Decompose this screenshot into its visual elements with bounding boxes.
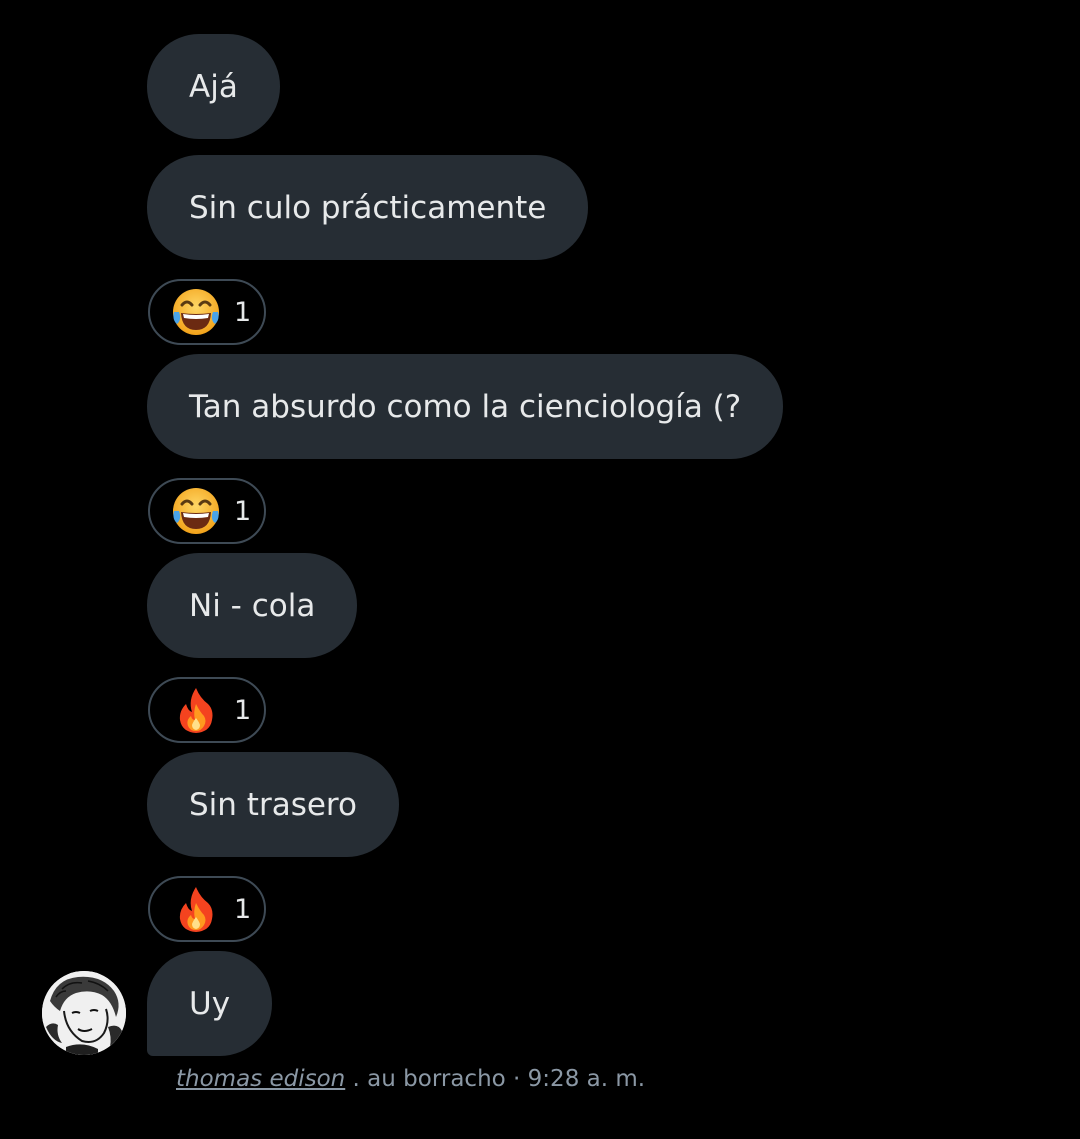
message-meta: thomas edison . au borracho · 9:28 a. m. bbox=[176, 1066, 645, 1092]
message-bubble[interactable]: Tan absurdo como la cienciología (? bbox=[147, 354, 784, 459]
face-with-tears-of-joy-icon bbox=[170, 286, 222, 338]
message-bubble[interactable]: Sin culo prácticamente bbox=[147, 155, 589, 260]
sender-label: au borracho bbox=[367, 1066, 506, 1092]
message-text: Ni - cola bbox=[189, 587, 316, 624]
message-text: Tan absurdo como la cienciología (? bbox=[189, 388, 742, 425]
reaction-count: 1 bbox=[234, 296, 252, 328]
reaction-pill[interactable]: 1 bbox=[148, 876, 266, 942]
message-bubble[interactable]: Ni - cola bbox=[147, 553, 358, 658]
fire-icon bbox=[170, 883, 222, 935]
message-text: Sin trasero bbox=[189, 786, 357, 823]
reaction-pill[interactable]: 1 bbox=[148, 478, 266, 544]
reaction-count: 1 bbox=[234, 495, 252, 527]
sender-name-link[interactable]: thomas edison bbox=[176, 1066, 345, 1092]
message-bubble[interactable]: Uy bbox=[147, 951, 273, 1056]
face-with-tears-of-joy-icon bbox=[170, 485, 222, 537]
reaction-count: 1 bbox=[234, 694, 252, 726]
meta-dot: · bbox=[513, 1066, 521, 1092]
message-bubble[interactable]: Ajá bbox=[147, 34, 280, 139]
message-bubble[interactable]: Sin trasero bbox=[147, 752, 399, 857]
reaction-pill[interactable]: 1 bbox=[148, 677, 266, 743]
dm-thread: Ajá Sin culo prácticamente 1 Tan absurdo… bbox=[0, 0, 1080, 1139]
reaction-pill[interactable]: 1 bbox=[148, 279, 266, 345]
message-text: Sin culo prácticamente bbox=[189, 189, 547, 226]
message-time: 9:28 a. m. bbox=[527, 1066, 646, 1092]
avatar[interactable] bbox=[42, 971, 126, 1055]
reaction-count: 1 bbox=[234, 893, 252, 925]
message-text: Uy bbox=[189, 985, 231, 1022]
fire-icon bbox=[170, 684, 222, 736]
message-text: Ajá bbox=[189, 68, 238, 105]
meta-separator: . bbox=[352, 1066, 360, 1092]
